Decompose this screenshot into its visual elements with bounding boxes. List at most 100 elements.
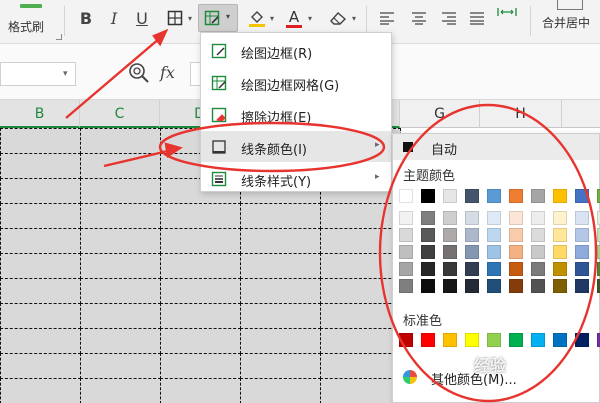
fill-color-button[interactable] [246,6,268,30]
theme-color-shade-swatch[interactable] [531,245,545,259]
theme-color-shade-swatch[interactable] [575,279,589,293]
column-header-b[interactable]: B [0,100,80,128]
table-cell[interactable] [0,128,81,154]
theme-color-shade-swatch[interactable] [509,262,523,276]
table-cell[interactable] [240,228,321,254]
table-cell[interactable] [160,278,241,304]
table-cell[interactable] [160,378,241,403]
table-cell[interactable] [160,253,241,279]
theme-color-shade-swatch[interactable] [421,211,435,225]
chevron-down-icon[interactable]: ▾ [308,14,312,23]
theme-color-shade-swatch[interactable] [443,245,457,259]
table-cell[interactable] [0,378,81,403]
italic-button[interactable]: I [104,6,124,30]
table-cell[interactable] [80,178,161,204]
menu-item-draw-border[interactable]: 绘图边框(R) [201,35,391,66]
theme-color-shade-swatch[interactable] [487,228,501,242]
align-left-button[interactable] [378,6,396,30]
theme-color-shade-swatch[interactable] [553,245,567,259]
table-cell[interactable] [160,203,241,229]
chevron-down-icon[interactable]: ▾ [270,14,274,23]
table-cell[interactable] [320,253,401,279]
table-cell[interactable] [0,353,81,379]
theme-color-shade-swatch[interactable] [553,211,567,225]
standard-color-swatch[interactable] [465,333,479,347]
table-cell[interactable] [240,253,321,279]
format-painter-button[interactable]: 格式刷 [8,4,54,40]
theme-color-swatch[interactable] [465,189,479,203]
theme-color-shade-swatch[interactable] [531,279,545,293]
name-box[interactable]: ▾ [0,62,76,86]
table-cell[interactable] [320,303,401,329]
standard-color-swatch[interactable] [399,333,413,347]
table-cell[interactable] [80,128,161,154]
theme-color-swatch[interactable] [421,189,435,203]
theme-color-shade-swatch[interactable] [465,279,479,293]
theme-color-shade-swatch[interactable] [443,211,457,225]
theme-color-shade-swatch[interactable] [465,262,479,276]
standard-color-swatch[interactable] [509,333,523,347]
theme-color-shade-swatch[interactable] [399,279,413,293]
align-right-button[interactable] [440,6,458,30]
table-cell[interactable] [80,353,161,379]
theme-color-shade-swatch[interactable] [443,262,457,276]
table-cell[interactable] [80,228,161,254]
table-cell[interactable] [80,253,161,279]
theme-color-swatch[interactable] [487,189,501,203]
chevron-down-icon[interactable]: ▾ [352,14,356,23]
table-cell[interactable] [240,278,321,304]
distribute-button[interactable] [496,2,518,26]
table-cell[interactable] [0,303,81,329]
standard-color-swatch[interactable] [421,333,435,347]
theme-color-swatch[interactable] [509,189,523,203]
table-cell[interactable] [0,278,81,304]
standard-color-swatch[interactable] [575,333,589,347]
table-cell[interactable] [160,353,241,379]
theme-color-shade-swatch[interactable] [531,228,545,242]
theme-color-shade-swatch[interactable] [487,211,501,225]
theme-color-swatch[interactable] [575,189,589,203]
theme-color-shade-swatch[interactable] [553,262,567,276]
theme-color-shade-swatch[interactable] [553,228,567,242]
table-cell[interactable] [80,328,161,354]
draw-border-dropdown-button[interactable]: ▾ [198,4,238,32]
table-cell[interactable] [80,378,161,403]
menu-item-line-style[interactable]: 线条样式(Y) ▸ [201,163,391,194]
theme-color-shade-swatch[interactable] [575,228,589,242]
bold-button[interactable]: B [76,6,96,30]
theme-color-shade-swatch[interactable] [575,245,589,259]
font-group-launcher-icon[interactable] [56,34,62,40]
table-cell[interactable] [80,303,161,329]
column-header-c[interactable]: C [80,100,160,128]
theme-color-shade-swatch[interactable] [421,245,435,259]
table-cell[interactable] [0,153,81,179]
theme-color-shade-swatch[interactable] [465,228,479,242]
theme-color-shade-swatch[interactable] [487,262,501,276]
table-cell[interactable] [240,378,321,403]
menu-item-erase-border[interactable]: 擦除边框(E) [201,99,391,130]
theme-color-shade-swatch[interactable] [421,279,435,293]
theme-color-swatch[interactable] [531,189,545,203]
theme-color-shade-swatch[interactable] [509,279,523,293]
table-cell[interactable] [240,353,321,379]
theme-color-swatch[interactable] [553,189,567,203]
standard-color-swatch[interactable] [531,333,545,347]
table-cell[interactable] [320,378,401,403]
theme-color-swatch[interactable] [399,189,413,203]
clear-format-button[interactable] [326,6,350,30]
fx-button[interactable]: fx [160,63,175,82]
table-cell[interactable] [320,203,401,229]
theme-color-shade-swatch[interactable] [399,262,413,276]
chevron-down-icon[interactable]: ▾ [188,14,192,23]
table-cell[interactable] [240,328,321,354]
justify-button[interactable] [468,6,486,30]
theme-color-shade-swatch[interactable] [443,279,457,293]
column-header-g[interactable]: G [400,100,480,128]
theme-color-shade-swatch[interactable] [509,211,523,225]
theme-color-shade-swatch[interactable] [465,245,479,259]
theme-color-shade-swatch[interactable] [575,262,589,276]
table-cell[interactable] [0,228,81,254]
table-cell[interactable] [160,228,241,254]
theme-color-shade-swatch[interactable] [509,228,523,242]
table-cell[interactable] [240,303,321,329]
